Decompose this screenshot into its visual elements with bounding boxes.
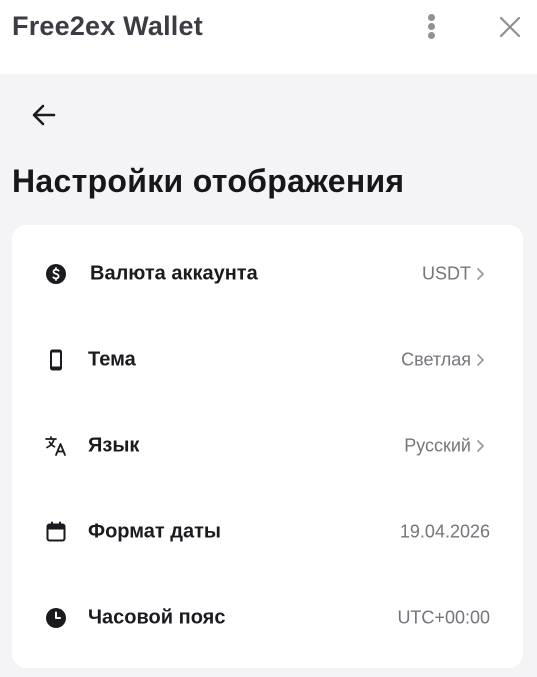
clock-icon <box>44 606 68 630</box>
more-vertical-icon[interactable] <box>421 14 443 40</box>
setting-value: UTC+00:00 <box>397 607 490 628</box>
setting-value: Светлая <box>401 349 471 370</box>
setting-label: Часовой пояс <box>88 606 226 629</box>
setting-row-theme[interactable]: Тема Светлая <box>12 317 523 403</box>
setting-value: Русский <box>404 435 471 456</box>
setting-row-currency[interactable]: Валюта аккаунта USDT <box>12 231 523 317</box>
setting-label: Язык <box>88 434 140 457</box>
setting-value: 19.04.2026 <box>399 521 490 542</box>
translate-icon <box>44 434 68 458</box>
setting-label: Валюта аккаунта <box>90 262 258 285</box>
arrow-left-icon[interactable] <box>28 99 60 131</box>
app-title: Free2ex Wallet <box>12 11 203 41</box>
close-icon[interactable] <box>498 15 522 39</box>
setting-row-language[interactable]: Язык Русский <box>12 403 523 489</box>
setting-value: USDT <box>422 263 471 284</box>
page-title: Настройки отображения <box>12 163 405 199</box>
chevron-right-icon <box>475 352 487 368</box>
currency-coin-icon <box>44 262 68 286</box>
calendar-icon <box>44 520 68 544</box>
chevron-right-icon <box>475 266 487 282</box>
setting-row-date-format[interactable]: Формат даты 19.04.2026 <box>12 489 523 575</box>
setting-row-timezone[interactable]: Часовой пояс UTC+00:00 <box>12 575 523 661</box>
setting-label: Формат даты <box>88 520 221 543</box>
chevron-right-icon <box>475 438 487 454</box>
setting-label: Тема <box>88 348 136 371</box>
smartphone-icon <box>44 348 68 372</box>
settings-card: Валюта аккаунта USDT Тема Светлая Язык Р… <box>12 225 523 668</box>
title-bar: Free2ex Wallet <box>0 0 537 74</box>
